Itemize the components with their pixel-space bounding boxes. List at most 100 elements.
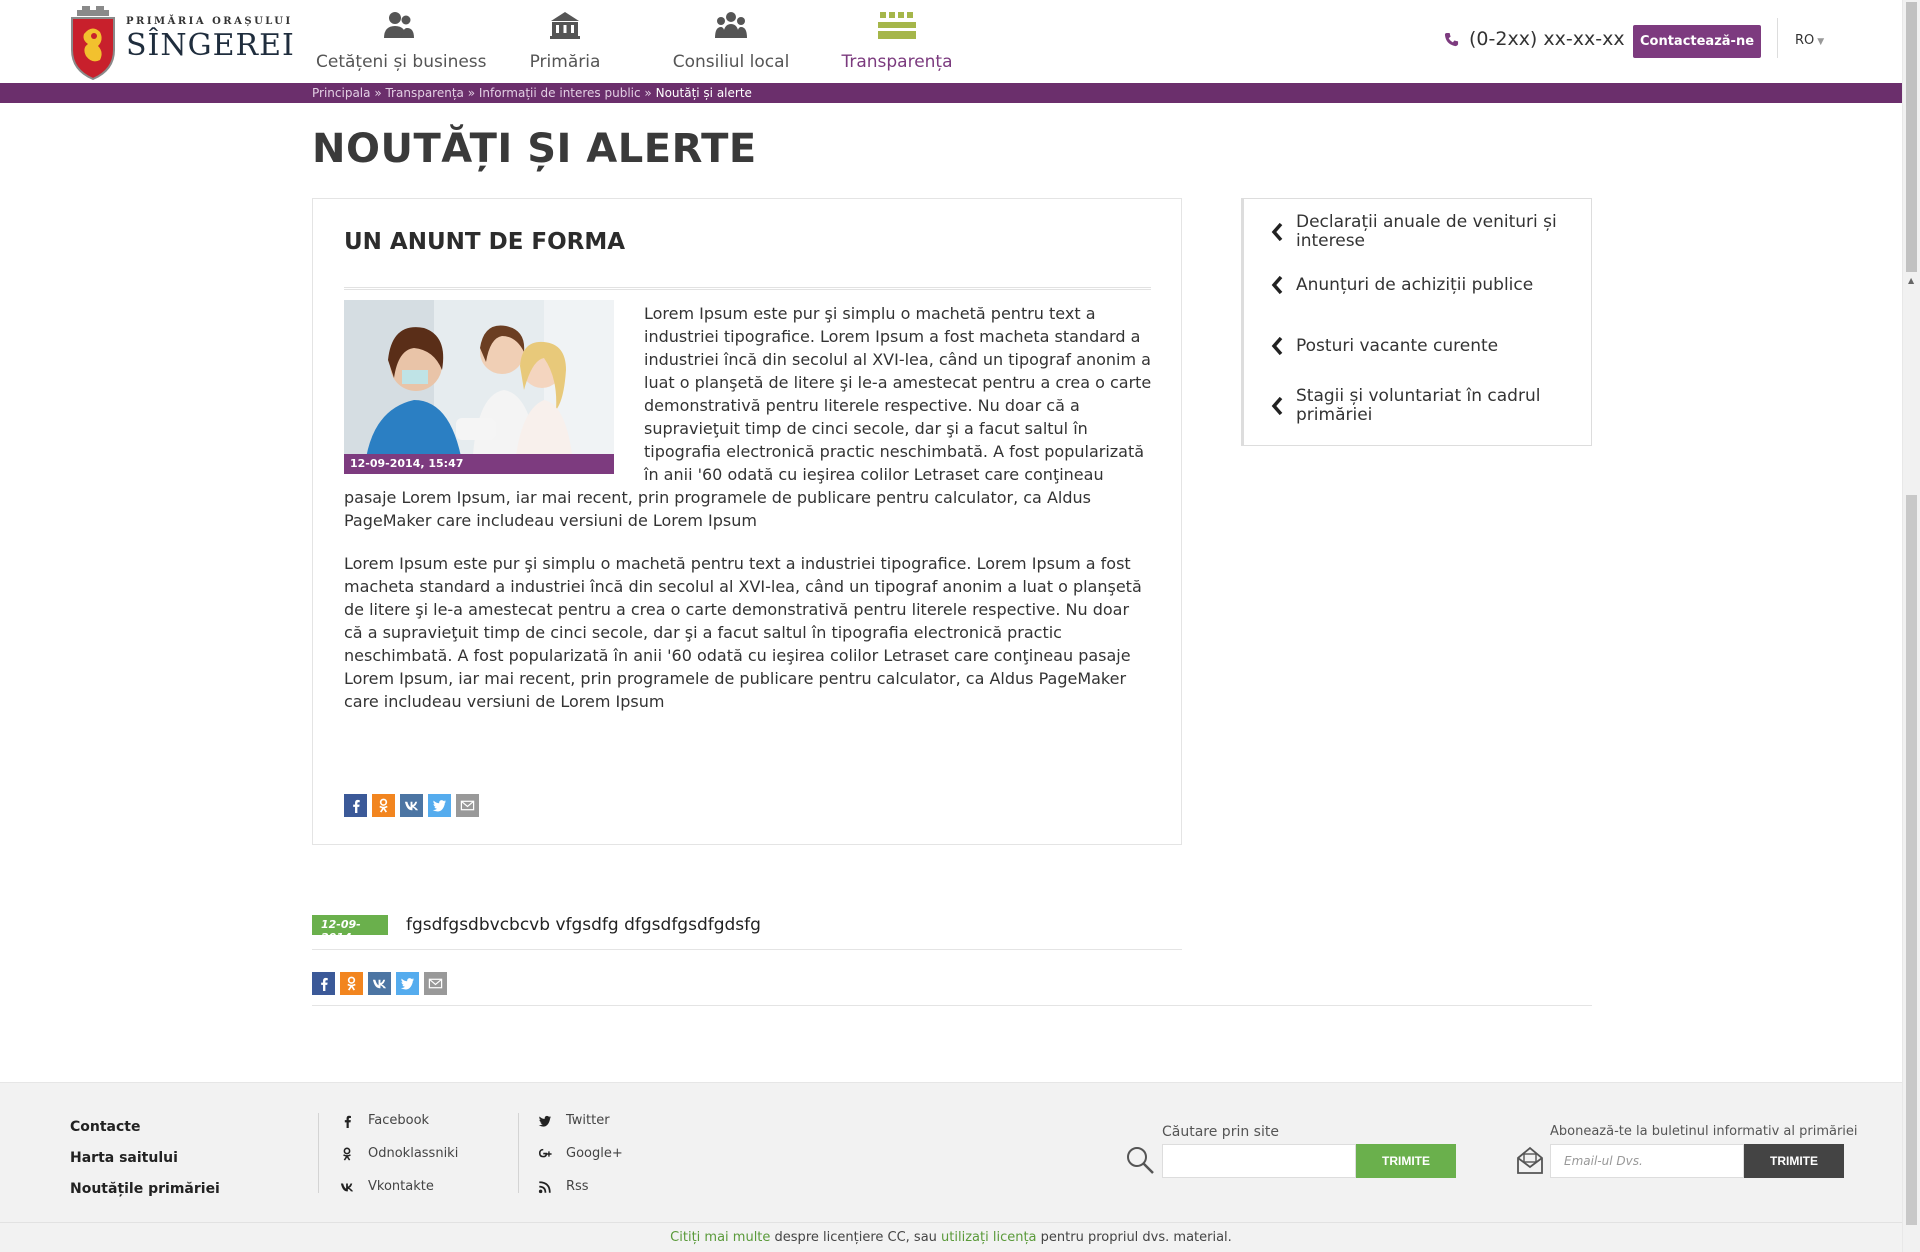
sidebar-item-vacancies[interactable]: Posturi vacante curente: [1270, 335, 1570, 357]
sidebar-item-procurement[interactable]: Anunțuri de achiziții publice: [1270, 274, 1570, 296]
contact-button[interactable]: Contactează-ne: [1633, 25, 1761, 58]
sidebar-item-label: Anunțuri de achiziții publice: [1296, 274, 1534, 295]
nav-item-label: Primăria: [529, 52, 601, 72]
nav-item-label: Transparența: [841, 52, 953, 72]
article-image: 12-09-2014, 15:47: [344, 300, 614, 474]
sidebar-item-declarations[interactable]: Declarații anuale de venituri și interes…: [1270, 213, 1570, 251]
breadcrumb-link-public-info[interactable]: Informații de interes public: [479, 86, 641, 100]
breadcrumb-bar: Principala » Transparența » Informații d…: [0, 83, 1902, 103]
search-input[interactable]: [1162, 1144, 1356, 1178]
odnoklassniki-icon[interactable]: [372, 794, 395, 817]
social-label: Twitter: [566, 1113, 610, 1128]
google-plus-icon: [538, 1148, 552, 1157]
meeting-icon: [878, 12, 916, 39]
sidebar-item-label: Stagii și voluntariat în cadrul primărie…: [1296, 386, 1541, 425]
page-scrollbar[interactable]: ▲: [1902, 0, 1920, 1252]
search-submit-button[interactable]: TRIMITE: [1356, 1144, 1456, 1178]
article-title: UN ANUNT DE FORMA: [344, 229, 626, 255]
footer-link-rss[interactable]: Rss: [538, 1178, 623, 1195]
twitter-icon[interactable]: [428, 794, 451, 817]
city-hall-icon: [550, 12, 580, 39]
vk-icon[interactable]: [400, 794, 423, 817]
news-date-badge: 12-09-2014: [312, 915, 388, 944]
site-footer: Contacte Harta saitului Noutățile primăr…: [0, 1082, 1902, 1222]
twitter-icon: [538, 1115, 552, 1127]
search-icon: [1127, 1147, 1154, 1174]
logo-subtitle: PRIMĂRIA ORAȘULUI: [126, 16, 293, 27]
footer-link-facebook[interactable]: Facebook: [340, 1112, 458, 1129]
chevron-left-icon: [1271, 222, 1283, 242]
article-card: UN ANUNT DE FORMA Lorem Ipsum este pur ş…: [312, 198, 1182, 845]
social-links: Facebook Odnoklassniki Vkontakte: [340, 1112, 458, 1211]
scrollbar-thumb[interactable]: [1906, 2, 1917, 272]
share-bar: [312, 972, 447, 995]
nav-item-council[interactable]: Consiliul local: [648, 0, 814, 83]
search-label: Căutare prin site: [1162, 1124, 1279, 1140]
footer-link-sitemap[interactable]: Harta saitului: [70, 1150, 220, 1166]
sidebar-item-label: Posturi vacante curente: [1296, 335, 1499, 356]
divider: [312, 1005, 1592, 1006]
newsletter-submit-button[interactable]: TRIMITE: [1744, 1144, 1844, 1178]
social-links: Twitter Google+ Rss: [538, 1112, 623, 1211]
footer-link-news[interactable]: Noutățile primăriei: [70, 1181, 220, 1197]
breadcrumb-link-transparency[interactable]: Transparența: [385, 86, 463, 100]
vk-icon: [340, 1183, 354, 1191]
social-label: Google+: [566, 1146, 623, 1161]
page: PRIMĂRIA ORAȘULUI SÎNGEREI Cetățeni și b…: [0, 0, 1920, 1252]
article-date: 12-09-2014, 15:47: [344, 454, 614, 474]
breadcrumb-link-home[interactable]: Principala: [312, 86, 371, 100]
site-header: PRIMĂRIA ORAȘULUI SÎNGEREI Cetățeni și b…: [0, 0, 1902, 83]
divider: [344, 287, 1151, 290]
email-icon[interactable]: [456, 794, 479, 817]
facebook-icon[interactable]: [312, 972, 335, 995]
nav-item-label: Consiliul local: [672, 52, 790, 72]
newsletter-envelope-icon: [1517, 1146, 1543, 1174]
social-label: Rss: [566, 1179, 589, 1194]
nav-item-primaria[interactable]: Primăria: [482, 0, 648, 83]
license-read-more-link[interactable]: Citiți mai multe: [670, 1230, 770, 1245]
nav-item-transparency[interactable]: Transparența: [814, 0, 980, 83]
twitter-icon[interactable]: [396, 972, 419, 995]
language-value: RO: [1795, 33, 1815, 48]
share-bar: [344, 794, 479, 817]
scroll-up-icon[interactable]: ▲: [1908, 276, 1914, 285]
breadcrumb-separator: »: [640, 86, 656, 100]
news-title-link[interactable]: fgsdfgsdbvcbcvb vfgsdfg dfgsdfgsdfgdsfg: [406, 915, 761, 935]
divider: [318, 1113, 319, 1193]
footer-link-twitter[interactable]: Twitter: [538, 1112, 623, 1129]
sidebar-item-internships[interactable]: Stagii și voluntariat în cadrul primărie…: [1270, 387, 1570, 425]
chevron-left-icon: [1271, 336, 1283, 356]
sidebar-item-label: Declarații anuale de venituri și interes…: [1296, 212, 1557, 251]
newsletter-email-field[interactable]: Email-ul Dvs.: [1550, 1144, 1744, 1178]
language-select[interactable]: RO ▼: [1795, 33, 1824, 48]
scrollbar-track-thumb[interactable]: [1906, 495, 1917, 1225]
social-label: Vkontakte: [368, 1179, 434, 1194]
facebook-icon[interactable]: [344, 794, 367, 817]
chevron-left-icon: [1271, 275, 1283, 295]
news-item: 12-09-2014 fgsdfgsdbvcbcvb vfgsdfg dfgsd…: [312, 915, 1182, 950]
footer-link-contacts[interactable]: Contacte: [70, 1119, 220, 1135]
email-icon[interactable]: [424, 972, 447, 995]
people-icon: [384, 12, 414, 38]
phone-number[interactable]: (0-2xx) xx-xx-xx: [1444, 28, 1625, 50]
divider: [518, 1113, 519, 1193]
nav-item-label: Cetățeni și business: [316, 52, 487, 72]
footer-link-vkontakte[interactable]: Vkontakte: [340, 1178, 458, 1195]
odnoklassniki-icon[interactable]: [340, 972, 363, 995]
footer-link-google-plus[interactable]: Google+: [538, 1145, 623, 1162]
divider: [1777, 18, 1778, 58]
breadcrumb-current: Noutăți și alerte: [655, 86, 752, 100]
vk-icon[interactable]: [368, 972, 391, 995]
footer-links: Contacte Harta saitului Noutățile primăr…: [70, 1119, 220, 1212]
license-text: pentru propriul dvs. material.: [1036, 1230, 1232, 1245]
article-photo: [344, 300, 614, 474]
newsletter-label: Abonează-te la buletinul informativ al p…: [1550, 1124, 1858, 1139]
footer-link-odnoklassniki[interactable]: Odnoklassniki: [340, 1145, 458, 1162]
phone-text: (0-2xx) xx-xx-xx: [1469, 28, 1625, 50]
breadcrumb: Principala » Transparența » Informații d…: [312, 86, 752, 100]
site-logo[interactable]: PRIMĂRIA ORAȘULUI SÎNGEREI: [70, 6, 295, 80]
coat-of-arms-icon: [71, 6, 115, 80]
nav-item-citizens[interactable]: Cetățeni și business: [316, 0, 487, 83]
license-use-link[interactable]: utilizați licența: [941, 1230, 1036, 1245]
page-title: NOUTĂȚI ȘI ALERTE: [312, 126, 757, 172]
